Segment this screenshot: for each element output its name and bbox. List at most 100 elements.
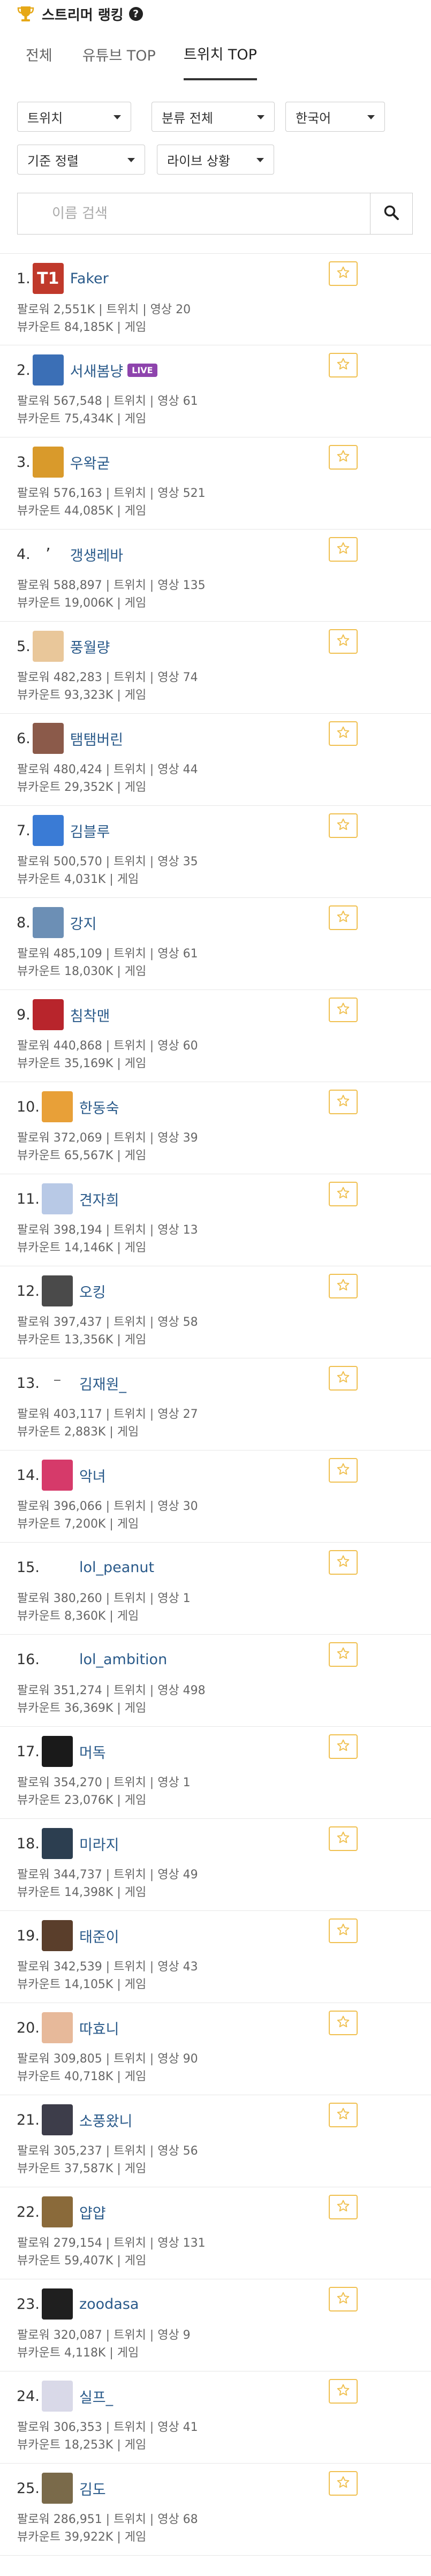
avatar[interactable] [32, 815, 64, 846]
sort-select[interactable]: 기준 정렬 [17, 145, 145, 175]
streamer-name-link[interactable]: 탬탬버린 [70, 728, 123, 749]
list-item[interactable]: 14. 악녀 팔로워 396,066 | 트위치 | 영상 30 뷰카운트 7,200… [0, 1451, 431, 1543]
list-item[interactable]: 15. lol_peanut 팔로워 380,260 | 트위치 | 영상 1 뷰카운… [0, 1543, 431, 1635]
favorite-button[interactable] [329, 2471, 358, 2496]
avatar[interactable] [41, 1275, 73, 1306]
list-item[interactable]: 24. 실프_ 팔로워 306,353 | 트위치 | 영상 41 뷰카운트 18,2… [0, 2371, 431, 2464]
streamer-name-link[interactable]: 태준이 [79, 1925, 119, 1946]
avatar[interactable] [41, 1091, 73, 1122]
help-icon[interactable]: ? [128, 7, 143, 21]
tab-all[interactable]: 전체 [26, 28, 52, 80]
favorite-button[interactable] [329, 998, 358, 1022]
list-item[interactable]: 1. T1 Faker 팔로워 2,551K | 트위치 | 영상 20 뷰카운트 84… [0, 253, 431, 345]
streamer-name-link[interactable]: lol_ambition [79, 1651, 167, 1668]
avatar[interactable] [41, 2012, 73, 2043]
favorite-button[interactable] [329, 1090, 358, 1114]
avatar[interactable] [41, 1460, 73, 1491]
favorite-button[interactable] [329, 905, 358, 930]
search-button[interactable] [370, 193, 413, 235]
streamer-name-link[interactable]: 서새봄냥 [70, 360, 123, 381]
favorite-button[interactable] [329, 2011, 358, 2035]
list-item[interactable]: 13. ⁻ 김재원_ 팔로워 403,117 | 트위치 | 영상 27 뷰카운트 2,… [0, 1358, 431, 1451]
streamer-name-link[interactable]: 김블루 [70, 820, 110, 841]
streamer-name-link[interactable]: zoodasa [79, 2296, 139, 2313]
favorite-button[interactable] [329, 2195, 358, 2219]
favorite-button[interactable] [329, 1734, 358, 1759]
avatar[interactable] [32, 447, 64, 478]
streamer-name-link[interactable]: 미라지 [79, 1833, 119, 1854]
favorite-button[interactable] [329, 1918, 358, 1943]
favorite-button[interactable] [329, 261, 358, 286]
streamer-name-link[interactable]: 우왁굳 [70, 452, 110, 473]
avatar[interactable] [41, 1552, 73, 1583]
favorite-button[interactable] [329, 721, 358, 746]
streamer-name-link[interactable]: 침착맨 [70, 1004, 110, 1025]
streamer-name-link[interactable]: 얍얍 [79, 2202, 106, 2223]
list-item[interactable]: 16. lol_ambition 팔로워 351,274 | 트위치 | 영상 49… [0, 1635, 431, 1727]
list-item[interactable]: 6. 탬탬버린 팔로워 480,424 | 트위치 | 영상 44 뷰카운트 29,3… [0, 714, 431, 806]
tab-twitch-top[interactable]: 트위치 TOP [183, 28, 257, 80]
avatar[interactable] [32, 999, 64, 1030]
streamer-name-link[interactable]: 실프_ [79, 2386, 113, 2407]
favorite-button[interactable] [329, 1458, 358, 1483]
favorite-button[interactable] [329, 445, 358, 470]
favorite-button[interactable] [329, 2103, 358, 2127]
favorite-button[interactable] [329, 2379, 358, 2404]
streamer-name-link[interactable]: 소풍왔니 [79, 2110, 132, 2131]
avatar[interactable] [32, 631, 64, 662]
list-item[interactable]: 4. ʼ 갱생레바 팔로워 588,897 | 트위치 | 영상 135 뷰카운트 19… [0, 530, 431, 622]
favorite-button[interactable] [329, 1642, 358, 1667]
streamer-name-link[interactable]: 머독 [79, 1741, 106, 1762]
list-item[interactable]: 9. 침착맨 팔로워 440,868 | 트위치 | 영상 60 뷰카운트 35,16… [0, 990, 431, 1082]
favorite-button[interactable] [329, 537, 358, 562]
avatar[interactable] [32, 354, 64, 386]
favorite-button[interactable] [329, 813, 358, 838]
favorite-button[interactable] [329, 2287, 358, 2311]
list-item[interactable]: 12. 오킹 팔로워 397,437 | 트위치 | 영상 58 뷰카운트 13,35… [0, 1266, 431, 1358]
avatar[interactable] [41, 1183, 73, 1214]
list-item[interactable]: 17. 머독 팔로워 354,270 | 트위치 | 영상 1 뷰카운트 23,076… [0, 1727, 431, 1819]
favorite-button[interactable] [329, 1826, 358, 1851]
list-item[interactable]: 20. 따효니 팔로워 309,805 | 트위치 | 영상 90 뷰카운트 40,7… [0, 2003, 431, 2095]
tab-youtube-top[interactable]: 유튜브 TOP [82, 28, 156, 80]
favorite-button[interactable] [329, 1366, 358, 1391]
avatar[interactable]: ʼ [32, 539, 64, 570]
avatar[interactable] [41, 2196, 73, 2227]
avatar[interactable] [41, 2473, 73, 2504]
streamer-name-link[interactable]: 갱생레바 [70, 544, 123, 565]
avatar[interactable]: ⁻ [41, 1368, 73, 1399]
streamer-name-link[interactable]: lol_peanut [79, 1559, 154, 1576]
list-item[interactable]: 21. 소풍왔니 팔로워 305,237 | 트위치 | 영상 56 뷰카운트 37,… [0, 2095, 431, 2187]
avatar[interactable] [41, 1920, 73, 1951]
language-select[interactable]: 한국어 [285, 102, 385, 132]
streamer-name-link[interactable]: Faker [70, 270, 109, 287]
streamer-name-link[interactable]: 풍월량 [70, 636, 110, 657]
list-item[interactable]: 10. 한동숙 팔로워 372,069 | 트위치 | 영상 39 뷰카운트 65,5… [0, 1082, 431, 1174]
list-item[interactable]: 18. 미라지 팔로워 344,737 | 트위치 | 영상 49 뷰카운트 14,3… [0, 1819, 431, 1911]
list-item[interactable]: 22. 얍얍 팔로워 279,154 | 트위치 | 영상 131 뷰카운트 59,4… [0, 2187, 431, 2279]
favorite-button[interactable] [329, 353, 358, 377]
avatar[interactable]: T1 [32, 263, 64, 294]
streamer-name-link[interactable]: 오킹 [79, 1281, 106, 1302]
list-item[interactable]: 8. 강지 팔로워 485,109 | 트위치 | 영상 61 뷰카운트 18,030… [0, 898, 431, 990]
list-item[interactable]: 19. 태준이 팔로워 342,539 | 트위치 | 영상 43 뷰카운트 14,1… [0, 1911, 431, 2003]
streamer-name-link[interactable]: 김재원_ [79, 1373, 126, 1394]
category-select[interactable]: 분류 전체 [152, 102, 275, 132]
avatar[interactable] [41, 2381, 73, 2412]
avatar[interactable] [41, 2288, 73, 2320]
streamer-name-link[interactable]: 강지 [70, 912, 97, 933]
avatar[interactable] [41, 1644, 73, 1675]
list-item[interactable]: 25. 김도 팔로워 286,951 | 트위치 | 영상 68 뷰카운트 39,92… [0, 2464, 431, 2556]
streamer-name-link[interactable]: 악녀 [79, 1465, 106, 1486]
live-status-select[interactable]: 라이브 상황 [157, 145, 274, 175]
avatar[interactable] [41, 1828, 73, 1859]
platform-select[interactable]: 트위치 [17, 102, 131, 132]
list-item[interactable]: 23. zoodasa 팔로워 320,087 | 트위치 | 영상 9 뷰카운트 4… [0, 2279, 431, 2371]
favorite-button[interactable] [329, 1182, 358, 1206]
search-input[interactable] [17, 193, 370, 235]
list-item[interactable]: 11. 견자희 팔로워 398,194 | 트위치 | 영상 13 뷰카운트 14,1… [0, 1174, 431, 1266]
streamer-name-link[interactable]: 김도 [79, 2478, 106, 2499]
favorite-button[interactable] [329, 1550, 358, 1575]
avatar[interactable] [32, 907, 64, 938]
streamer-name-link[interactable]: 따효니 [79, 2018, 119, 2038]
